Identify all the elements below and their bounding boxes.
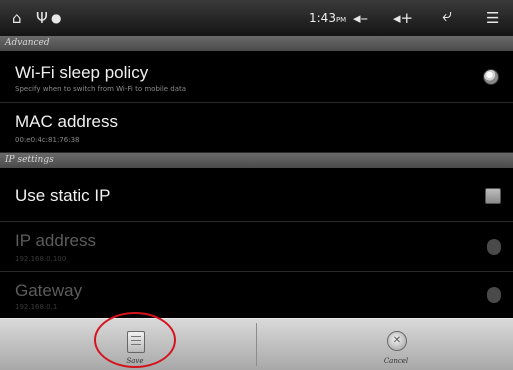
use-static-ip-checkbox[interactable] [485,188,501,204]
gateway-title: Gateway [15,281,83,300]
mac-address-title: MAC address [15,112,118,131]
cancel-label: Cancel [383,357,409,365]
gateway-indicator-icon [487,287,501,303]
mac-address-value: 00:e0:4c:81:76:38 [15,136,80,144]
highlight-circle [94,312,176,368]
wifi-sleep-policy-title: Wi-Fi sleep policy [15,63,149,82]
cancel-icon: ✕ [387,331,407,351]
bottom-action-bar: Save ✕ Cancel [0,318,513,370]
section-header-ip-settings: IP settings [0,153,513,168]
gateway-row: Gateway 192.168.0.1 [0,272,513,318]
ip-address-indicator-icon [487,239,501,255]
volume-up-icon[interactable]: ◂+ [393,9,413,27]
wifi-sleep-policy-row[interactable]: Wi-Fi sleep policy Specify when to switc… [0,51,513,103]
gateway-value: 192.168.0.1 [15,303,58,311]
ip-address-value: 192.168.0.100 [15,255,67,263]
clock: 1:43PM [309,11,347,25]
status-bar: ⌂ Ψ ● 1:43PM ◂– ◂+ ⤶ ☰ [0,0,513,36]
usb-icon: Ψ [36,9,48,27]
back-icon[interactable]: ⤶ [442,7,452,25]
android-icon: ● [51,11,62,25]
bottom-bar-divider [256,323,257,366]
cancel-button[interactable]: ✕ Cancel [336,319,456,370]
home-icon[interactable]: ⌂ [12,9,22,27]
section-header-advanced: Advanced [0,36,513,51]
menu-icon[interactable]: ☰ [486,9,499,27]
mac-address-row: MAC address 00:e0:4c:81:76:38 [0,103,513,153]
volume-down-icon[interactable]: ◂– [353,9,368,27]
use-static-ip-row[interactable]: Use static IP [0,168,513,222]
wifi-sleep-policy-radio-icon [483,69,499,85]
wifi-sleep-policy-subtitle: Specify when to switch from Wi-Fi to mob… [15,85,187,93]
use-static-ip-title: Use static IP [15,186,111,205]
ip-address-row: IP address 192.168.0.100 [0,222,513,272]
ip-address-title: IP address [15,231,96,250]
